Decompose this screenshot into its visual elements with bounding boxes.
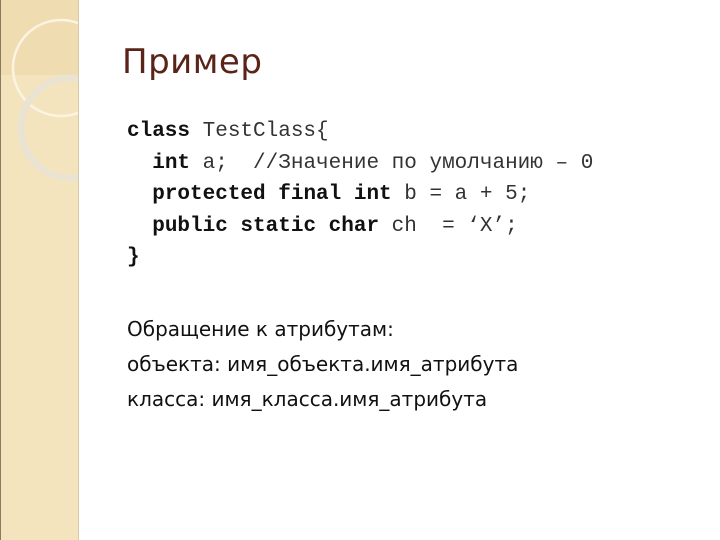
code-keyword: protected final int (152, 183, 392, 206)
body-text: Обращение к атрибутам: объекта: имя_объе… (127, 312, 518, 417)
body-line-class: класса: имя_класса.имя_атрибута (127, 387, 488, 411)
code-line: class TestClass{ (127, 116, 593, 148)
code-line: } (127, 242, 593, 274)
decorative-circle-upper (11, 18, 78, 118)
code-text: ch = ‘X’; (379, 214, 518, 238)
decorative-sidebar (0, 0, 79, 540)
code-text: b = a + 5; (391, 183, 531, 206)
body-line-heading: Обращение к атрибутам: (127, 317, 394, 341)
code-line: int a; //Значение по умолчанию – 0 (127, 148, 593, 180)
code-keyword: int (152, 151, 191, 175)
code-block: class TestClass{ int a; //Значение по ум… (127, 116, 593, 274)
code-text: TestClass{ (190, 120, 329, 143)
decorative-circle-lower (17, 74, 78, 182)
code-keyword: public static char (152, 214, 380, 238)
slide-title: Пример (122, 42, 263, 82)
code-closing-brace: } (127, 246, 140, 269)
decorative-circles (11, 18, 78, 182)
code-keyword: class (127, 120, 191, 143)
code-line: public static char ch = ‘X’; (127, 211, 593, 243)
code-line: protected final int b = a + 5; (127, 179, 593, 211)
code-text: a; //Значение по умолчанию – 0 (190, 151, 594, 175)
body-line-object: объекта: имя_объекта.имя_атрибута (127, 352, 519, 376)
